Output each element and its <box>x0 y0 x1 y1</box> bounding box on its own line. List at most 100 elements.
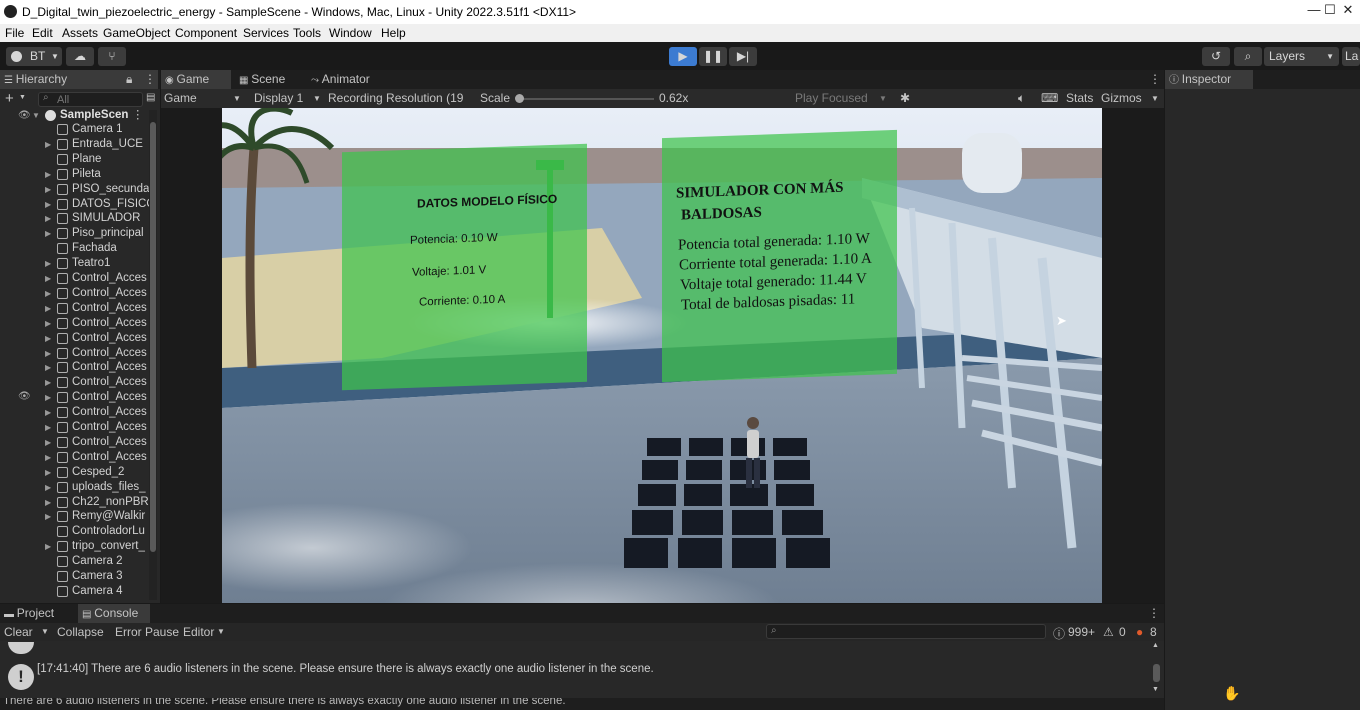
tab-game[interactable]: ◉ Game <box>161 70 231 89</box>
hierarchy-item[interactable]: ▶ Piso_principal <box>0 226 150 241</box>
tab-inspector[interactable]: ⓘ Inspector <box>1165 70 1253 89</box>
stats-button[interactable]: Stats <box>1066 91 1093 105</box>
chevron-right-icon[interactable]: ▶ <box>45 197 51 212</box>
hierarchy-item[interactable]: ▶ Control_Acces <box>0 405 150 420</box>
tab-scene[interactable]: ▦ Scene <box>235 70 301 89</box>
chevron-down-icon[interactable]: ▼ <box>32 108 40 123</box>
visibility-icon[interactable]: 👁︎ <box>18 108 31 123</box>
chevron-right-icon[interactable]: ▶ <box>45 346 51 361</box>
scene-root-row[interactable]: 👁︎ ▼ SampleScen ⋮ <box>0 108 150 123</box>
menu-assets[interactable]: Assets <box>62 26 98 40</box>
lock-icon[interactable]: 🔒︎ <box>126 70 132 89</box>
hierarchy-item[interactable]: ControladorLu <box>0 524 150 539</box>
editor-dropdown[interactable]: Editor <box>183 625 214 639</box>
chevron-right-icon[interactable]: ▶ <box>45 450 51 465</box>
hierarchy-item[interactable]: ▶ Control_Acces <box>0 346 150 361</box>
menu-tools[interactable]: Tools <box>293 26 321 40</box>
scale-slider[interactable] <box>515 94 654 103</box>
chevron-right-icon[interactable]: ▶ <box>45 539 51 554</box>
step-button[interactable]: ▶| <box>729 47 757 66</box>
layout-dropdown[interactable]: La <box>1342 47 1360 66</box>
chevron-right-icon[interactable]: ▶ <box>45 226 51 241</box>
menu-help[interactable]: Help <box>381 26 406 40</box>
hierarchy-item[interactable]: Camera 2 <box>0 554 150 569</box>
chevron-right-icon[interactable]: ▶ <box>45 495 51 510</box>
audio-icon[interactable]: 🔈︎ <box>1018 91 1025 106</box>
display-dropdown[interactable]: Display 1 <box>254 91 303 105</box>
hierarchy-scrollbar[interactable] <box>149 110 157 600</box>
chevron-right-icon[interactable]: ▶ <box>45 286 51 301</box>
chevron-right-icon[interactable]: ▶ <box>45 420 51 435</box>
close-button[interactable]: ✕ <box>1338 2 1358 20</box>
hierarchy-item[interactable]: ▶ SIMULADOR <box>0 211 150 226</box>
tab-project[interactable]: ▬ Project <box>0 604 76 623</box>
console-search-input[interactable]: ⌕ <box>766 624 1046 639</box>
chevron-right-icon[interactable]: ▶ <box>45 137 51 152</box>
more-icon[interactable]: ⋮ <box>1149 72 1161 86</box>
clear-button[interactable]: Clear <box>4 625 33 639</box>
collapse-button[interactable]: Collapse <box>57 625 104 639</box>
hierarchy-item[interactable]: Plane <box>0 152 150 167</box>
more-icon[interactable]: ⋮ <box>1148 606 1160 620</box>
info-count-icon[interactable]: ⓘ <box>1053 625 1065 642</box>
hierarchy-item[interactable]: ▶ Ch22_nonPBR <box>0 495 150 510</box>
hierarchy-item[interactable]: ▶ Teatro1 <box>0 256 150 271</box>
error-pause-button[interactable]: Error Pause <box>115 625 179 639</box>
menu-file[interactable]: File <box>5 26 24 40</box>
resolution-dropdown[interactable]: Recording Resolution (19 <box>328 91 463 105</box>
menu-component[interactable]: Component <box>175 26 237 40</box>
menu-services[interactable]: Services <box>243 26 289 40</box>
hierarchy-item[interactable]: ▶ tripo_convert_ <box>0 539 150 554</box>
chevron-right-icon[interactable]: ▶ <box>45 211 51 226</box>
chevron-right-icon[interactable]: ▶ <box>45 435 51 450</box>
gizmos-button[interactable]: Gizmos <box>1101 91 1142 105</box>
filter-icon[interactable]: ▤ <box>146 92 155 103</box>
chevron-right-icon[interactable]: ▶ <box>45 182 51 197</box>
tab-animator[interactable]: ⤳ Animator <box>307 70 387 89</box>
version-control-button[interactable]: ⑂ <box>98 47 126 66</box>
chevron-right-icon[interactable]: ▶ <box>45 480 51 495</box>
hierarchy-item[interactable]: Fachada <box>0 241 150 256</box>
chevron-right-icon[interactable]: ▶ <box>45 167 51 182</box>
chevron-right-icon[interactable]: ▶ <box>45 331 51 346</box>
chevron-right-icon[interactable]: ▶ <box>45 509 51 524</box>
tab-hierarchy[interactable]: ☰ Hierarchy 🔒︎ ⋮ <box>0 70 158 89</box>
hierarchy-item[interactable]: ▶ Control_Acces <box>0 331 150 346</box>
chevron-right-icon[interactable]: ▶ <box>45 256 51 271</box>
bug-icon[interactable]: ✱ <box>900 91 910 105</box>
console-scrollbar[interactable]: ▲ ▼ <box>1152 642 1161 698</box>
more-icon[interactable]: ⋮ <box>144 70 156 89</box>
hierarchy-item[interactable]: ▶ Control_Acces <box>0 420 150 435</box>
hierarchy-item[interactable]: ▶ Control_Acces <box>0 286 150 301</box>
play-button[interactable]: ▶ <box>669 47 697 66</box>
hierarchy-item[interactable]: Camera 1 <box>0 122 150 137</box>
hierarchy-item[interactable]: ▶ Pileta <box>0 167 150 182</box>
hierarchy-item[interactable]: ▶ uploads_files_ <box>0 480 150 495</box>
hierarchy-item[interactable]: ▶ Cesped_2 <box>0 465 150 480</box>
cloud-button[interactable]: ☁ <box>66 47 94 66</box>
scroll-down-icon[interactable]: ▼ <box>1152 686 1159 693</box>
account-button[interactable]: BT ▼ <box>6 47 62 66</box>
chevron-right-icon[interactable]: ▶ <box>45 375 51 390</box>
scrollbar-thumb[interactable] <box>1153 664 1160 682</box>
game-mode-dropdown[interactable]: Game <box>164 91 197 105</box>
hierarchy-item[interactable]: ▶ DATOS_FISICO <box>0 197 150 212</box>
maximize-button[interactable]: ☐ <box>1320 2 1340 20</box>
chevron-right-icon[interactable]: ▶ <box>45 360 51 375</box>
tab-console[interactable]: ▤ Console <box>78 604 150 623</box>
hierarchy-item[interactable]: ▶ Remy@Walkir <box>0 509 150 524</box>
hierarchy-item[interactable]: ▶ Control_Acces <box>0 316 150 331</box>
log-entry[interactable]: ! [17:41:40] There are 6 audio listeners… <box>0 656 1150 690</box>
error-icon[interactable]: ● <box>1136 625 1143 639</box>
scrollbar-thumb[interactable] <box>150 122 156 552</box>
hierarchy-item[interactable]: ▶ Control_Acces <box>0 271 150 286</box>
scale-slider-handle[interactable] <box>515 94 524 103</box>
search-input[interactable] <box>38 92 143 107</box>
hierarchy-item[interactable]: ▶ Control_Acces <box>0 450 150 465</box>
hierarchy-item[interactable]: ▶ PISO_secunda <box>0 182 150 197</box>
hierarchy-item[interactable]: ▶ Control_Acces <box>0 435 150 450</box>
hierarchy-item[interactable]: ▶ Entrada_UCE <box>0 137 150 152</box>
chevron-right-icon[interactable]: ▶ <box>45 271 51 286</box>
pause-button[interactable]: ❚❚ <box>699 47 727 66</box>
game-viewport[interactable]: DATOS MODELO FÍSICO Potencia: 0.10 W Vol… <box>222 108 1102 603</box>
